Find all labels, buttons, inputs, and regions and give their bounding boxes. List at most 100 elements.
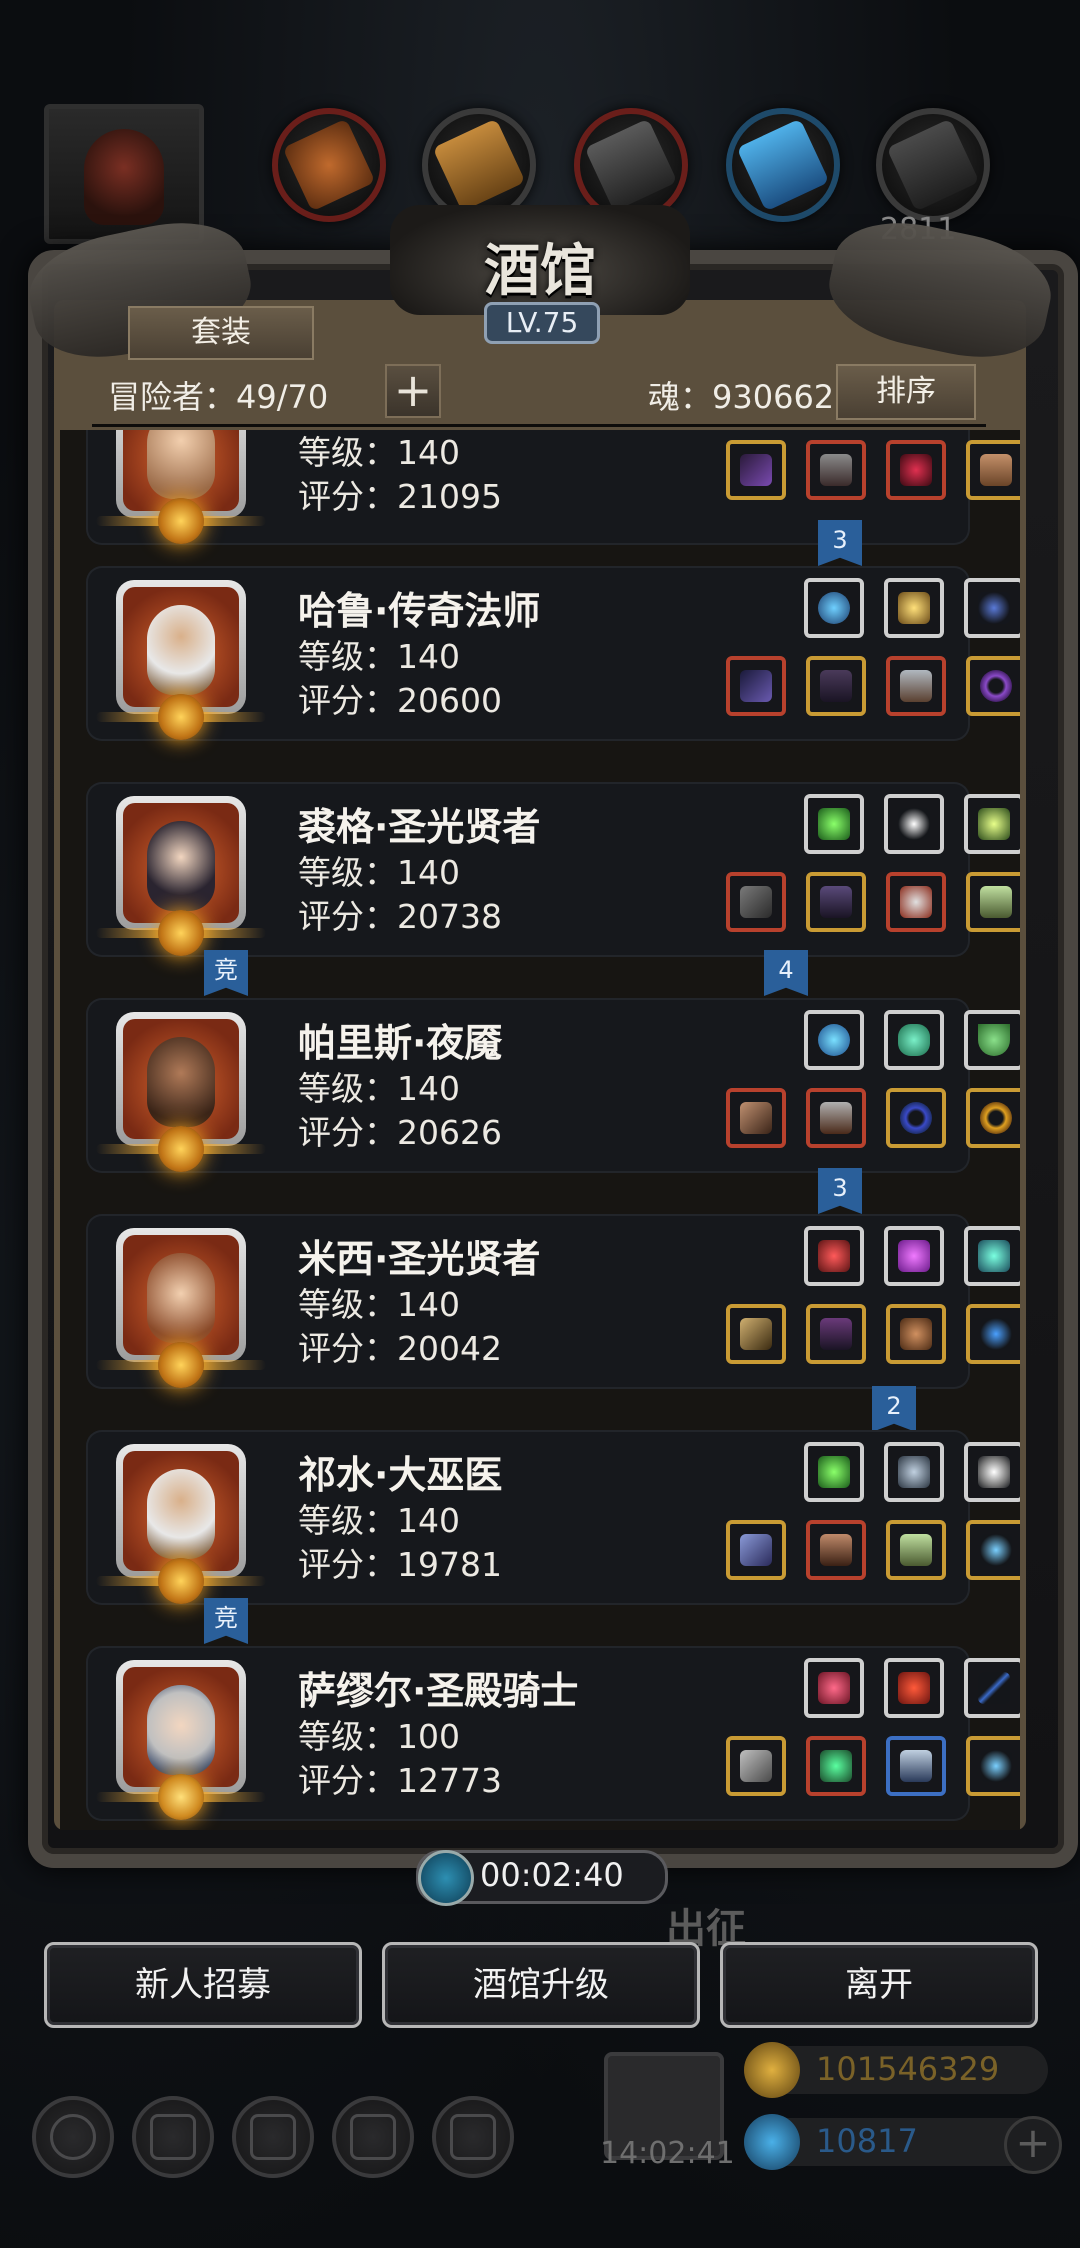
arena-badge: 竞 (204, 1598, 248, 1644)
mail-icon[interactable] (332, 2096, 414, 2178)
heart-equipment-icon[interactable] (804, 1658, 864, 1718)
gold-coin-icon (744, 2042, 800, 2098)
ring-equipment-icon[interactable] (966, 1088, 1020, 1148)
orb-equipment-icon[interactable] (804, 578, 864, 638)
hero-score: 评分：20626 (298, 1113, 502, 1152)
gauntlet-equipment-icon[interactable] (966, 872, 1020, 932)
crystal-equipment-icon[interactable] (804, 794, 864, 854)
hero-emblem-icon (158, 498, 204, 544)
hero-level: 等级：140 (298, 1069, 460, 1108)
stone-resource-icon[interactable] (876, 108, 990, 222)
hero-score: 评分：20600 (298, 681, 502, 720)
gold-amount: 101546329 (816, 2050, 1000, 2088)
ring-equipment-icon[interactable] (966, 656, 1020, 716)
gem-equipment-icon[interactable] (884, 1658, 944, 1718)
emblem-equipment-icon[interactable] (884, 1442, 944, 1502)
feather-equipment-icon[interactable] (884, 794, 944, 854)
crystal-equipment-icon[interactable] (804, 1442, 864, 1502)
count-badge: 4 (764, 950, 808, 996)
armor-equipment-icon[interactable] (806, 440, 866, 500)
crystal-resource-icon[interactable] (726, 108, 840, 222)
gauntlet-equipment-icon[interactable] (886, 656, 946, 716)
hero-name: 哈鲁·传奇法师 (298, 589, 541, 633)
ranking-icon[interactable] (232, 2096, 314, 2178)
robe-equipment-icon[interactable] (806, 656, 866, 716)
settings-icon[interactable] (32, 2096, 114, 2178)
hero-level: 等级：140 (298, 1285, 460, 1324)
achievement-icon[interactable] (132, 2096, 214, 2178)
hero-name: 米西·圣光贤者 (298, 1237, 541, 1281)
hero-card[interactable]: 萨缪尔·圣殿骑士 等级：100 评分：12773 (86, 1646, 1020, 1821)
hero-score: 评分：19781 (298, 1545, 502, 1584)
ore-resource-icon[interactable] (272, 108, 386, 222)
necklace-equipment-icon[interactable] (966, 1304, 1020, 1364)
belt-equipment-icon[interactable] (806, 1520, 866, 1580)
leave-button[interactable]: 离开 (720, 1942, 1038, 2028)
timer-icon (418, 1850, 474, 1906)
gem-icon (744, 2114, 800, 2170)
hero-card[interactable]: 帕里斯·夜魇 等级：140 评分：20626 (86, 998, 1020, 1173)
robe-equipment-icon[interactable] (806, 1304, 866, 1364)
staff-equipment-icon[interactable] (726, 656, 786, 716)
soul-count: 魂：930662 (648, 378, 835, 416)
lantern-equipment-icon[interactable] (884, 578, 944, 638)
jade-equipment-icon[interactable] (884, 1010, 944, 1070)
wing-equipment-icon[interactable] (964, 1442, 1020, 1502)
hero-level: 等级：140 (298, 1501, 460, 1540)
bag-equipment-icon[interactable] (886, 1304, 946, 1364)
armor-equipment-icon[interactable] (806, 1088, 866, 1148)
hero-level: 等级：100 (298, 1717, 460, 1756)
staff-equipment-icon[interactable] (726, 1088, 786, 1148)
arena-badge: 竞 (204, 950, 248, 996)
scythe-equipment-icon[interactable] (964, 1658, 1020, 1718)
hero-emblem-icon (158, 910, 204, 956)
hammer-equipment-icon[interactable] (726, 1736, 786, 1796)
hero-card[interactable]: 裘格·圣光贤者 等级：140 评分：20738 (86, 782, 1020, 957)
spear-equipment-icon[interactable] (726, 1304, 786, 1364)
count-badge: 3 (818, 520, 862, 566)
scepter-equipment-icon[interactable] (726, 1520, 786, 1580)
lantern-equipment-icon[interactable] (964, 1226, 1020, 1286)
bowl-equipment-icon[interactable] (964, 1010, 1020, 1070)
recruit-button[interactable]: 新人招募 (44, 1942, 362, 2028)
header-divider (92, 424, 986, 427)
hero-score: 评分：12773 (298, 1761, 502, 1800)
sort-button[interactable]: 排序 (836, 364, 976, 420)
orb-equipment-icon[interactable] (804, 1010, 864, 1070)
necklace-equipment-icon[interactable] (964, 578, 1020, 638)
amulet-equipment-icon[interactable] (804, 1226, 864, 1286)
hero-list[interactable]: 等级：140 评分：21095 3 哈鲁·传奇法师 等级：140 评分：2060… (60, 430, 1020, 1830)
hero-emblem-icon (158, 1774, 204, 1820)
potion-equipment-icon[interactable] (966, 1520, 1020, 1580)
staff-equipment-icon[interactable] (726, 440, 786, 500)
hero-emblem-icon (158, 1342, 204, 1388)
gem-equipment-icon[interactable] (884, 1226, 944, 1286)
hero-card[interactable]: 哈鲁·传奇法师 等级：140 评分：20600 (86, 566, 1020, 741)
medal-equipment-icon[interactable] (886, 872, 946, 932)
potion-equipment-icon[interactable] (966, 1736, 1020, 1796)
gem-amount: 10817 (816, 2122, 918, 2160)
hero-card[interactable]: 米西·圣光贤者 等级：140 评分：20042 (86, 1214, 1020, 1389)
hammer-equipment-icon[interactable] (726, 872, 786, 932)
hero-score: 评分：21095 (298, 477, 502, 516)
add-slot-button[interactable]: + (385, 364, 441, 418)
bracer-equipment-icon[interactable] (886, 1088, 946, 1148)
sword-equipment-icon[interactable] (886, 1736, 946, 1796)
add-currency-button[interactable]: + (1004, 2116, 1062, 2174)
count-badge: 3 (818, 1168, 862, 1214)
refresh-timer: 00:02:40 (480, 1856, 624, 1894)
armor-equipment-icon[interactable] (806, 1736, 866, 1796)
hero-score: 评分：20042 (298, 1329, 502, 1368)
ring-equipment-icon[interactable] (886, 440, 946, 500)
hero-card[interactable]: 祁水·大巫医 等级：140 评分：19781 (86, 1430, 1020, 1605)
tavern-level-badge: LV.75 (484, 302, 600, 344)
hero-emblem-icon (158, 1558, 204, 1604)
set-button[interactable]: 套装 (128, 306, 314, 360)
boots-equipment-icon[interactable] (966, 440, 1020, 500)
lantern-equipment-icon[interactable] (964, 794, 1020, 854)
gauntlet-equipment-icon[interactable] (886, 1520, 946, 1580)
robe-equipment-icon[interactable] (806, 872, 866, 932)
upgrade-tavern-button[interactable]: 酒馆升级 (382, 1942, 700, 2028)
handshake-icon[interactable] (432, 2096, 514, 2178)
hero-level: 等级：140 (298, 637, 460, 676)
